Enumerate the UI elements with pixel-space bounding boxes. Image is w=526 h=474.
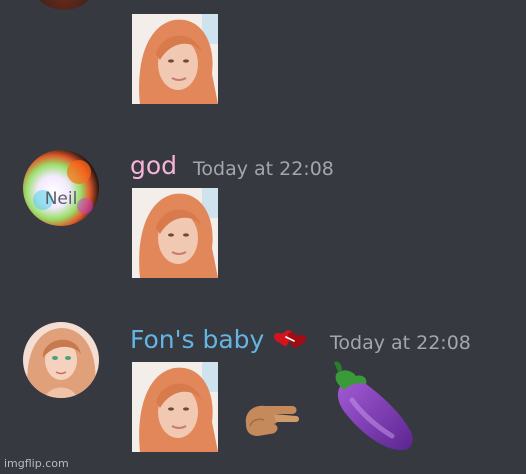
image-attachment[interactable] — [132, 14, 218, 104]
image-attachment[interactable] — [132, 362, 218, 452]
username[interactable]: Fon's baby — [130, 326, 264, 354]
avatar[interactable] — [23, 322, 99, 398]
image-attachment[interactable] — [132, 188, 218, 278]
eggplant-icon — [322, 360, 418, 456]
avatar[interactable] — [28, 0, 100, 10]
message-timestamp: Today at 22:08 — [330, 332, 471, 354]
imgflip-watermark: imgflip.com — [4, 457, 69, 470]
username[interactable]: god — [130, 152, 177, 180]
avatar[interactable]: Neil — [23, 150, 99, 226]
red-hearts-badge-icon — [272, 327, 312, 353]
pinching-hand-icon — [240, 394, 304, 446]
message-timestamp: Today at 22:08 — [193, 158, 334, 180]
avatar-text: Neil — [45, 189, 78, 209]
